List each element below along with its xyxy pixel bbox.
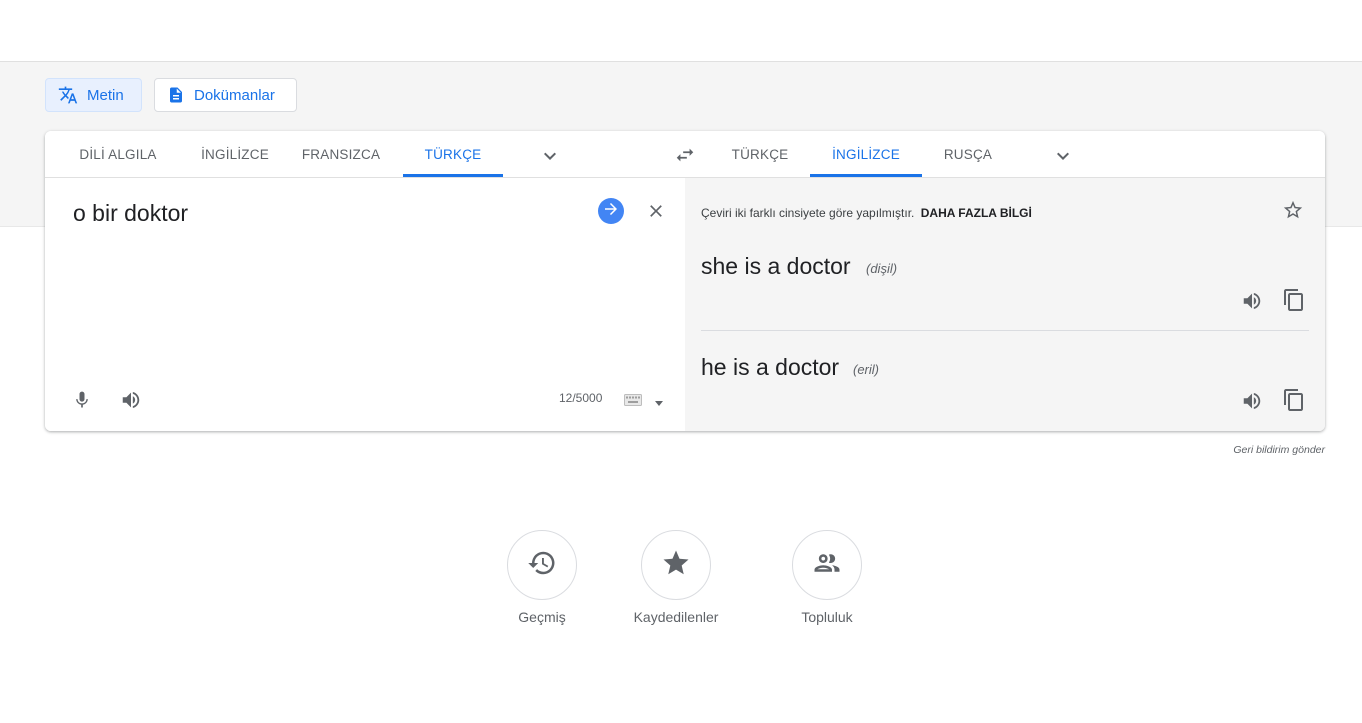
source-pane: o bir doktor 12/5000 — [45, 178, 685, 431]
translate-go-button[interactable] — [598, 198, 624, 224]
community-label: Topluluk — [801, 609, 853, 625]
tab-target-turkish[interactable]: TÜRKÇE — [717, 131, 803, 177]
language-bar: DİLİ ALGILA İNGİLİZCE FRANSIZCA TÜRKÇE T… — [45, 131, 1325, 178]
gender-note-text: Çeviri iki farklı cinsiyete göre yapılmı… — [701, 206, 915, 220]
microphone-icon[interactable] — [72, 389, 92, 416]
star-icon — [661, 548, 691, 583]
arrow-right-icon — [602, 200, 620, 223]
gender-label-masculine: (eril) — [853, 362, 879, 377]
saved-button[interactable]: Kaydedilenler — [606, 530, 746, 625]
speaker-icon[interactable] — [1241, 390, 1263, 417]
saved-circle — [641, 530, 711, 600]
translation-divider — [701, 330, 1309, 331]
tab-source-detect[interactable]: DİLİ ALGILA — [54, 131, 182, 177]
documents-mode-button[interactable]: Dokümanlar — [154, 78, 297, 112]
saved-label: Kaydedilenler — [633, 609, 719, 625]
speaker-icon[interactable] — [1241, 290, 1263, 317]
text-mode-label: Metin — [87, 86, 124, 104]
tab-source-french[interactable]: FRANSIZCA — [288, 131, 394, 177]
gender-note: Çeviri iki farklı cinsiyete göre yapılmı… — [701, 206, 1032, 220]
tab-target-russian[interactable]: RUSÇA — [930, 131, 1006, 177]
translation-feminine[interactable]: she is a doctor — [701, 253, 851, 280]
target-pane: Çeviri iki farklı cinsiyete göre yapılmı… — [685, 178, 1325, 431]
documents-mode-label: Dokümanlar — [194, 86, 275, 104]
gender-label-feminine: (dişil) — [866, 261, 898, 276]
tab-source-turkish[interactable]: TÜRKÇE — [403, 131, 503, 177]
learn-more-link[interactable]: DAHA FAZLA BİLGİ — [921, 206, 1032, 220]
community-icon — [812, 548, 842, 583]
keyboard-icon[interactable] — [624, 393, 642, 411]
close-icon[interactable] — [646, 201, 666, 226]
tab-target-english[interactable]: İNGİLİZCE — [810, 131, 922, 177]
history-label: Geçmiş — [518, 609, 566, 625]
translation-masculine[interactable]: he is a doctor — [701, 354, 839, 381]
copy-icon[interactable] — [1282, 288, 1306, 317]
translate-icon — [58, 85, 78, 105]
star-icon[interactable] — [1282, 199, 1304, 226]
community-button[interactable]: Topluluk — [757, 530, 897, 625]
community-circle — [792, 530, 862, 600]
history-circle — [507, 530, 577, 600]
speaker-icon[interactable] — [120, 389, 142, 416]
keyboard-menu-icon[interactable] — [654, 395, 664, 413]
source-lang-more-icon[interactable] — [538, 144, 562, 173]
character-count: 12/5000 — [559, 391, 603, 405]
tab-source-english[interactable]: İNGİLİZCE — [182, 131, 288, 177]
translation-card: DİLİ ALGILA İNGİLİZCE FRANSIZCA TÜRKÇE T… — [45, 131, 1325, 431]
text-mode-button[interactable]: Metin — [45, 78, 142, 112]
target-lang-more-icon[interactable] — [1051, 144, 1075, 173]
history-button[interactable]: Geçmiş — [472, 530, 612, 625]
swap-languages-icon[interactable] — [674, 144, 696, 171]
send-feedback-link[interactable]: Geri bildirim gönder — [1180, 444, 1325, 456]
history-icon — [527, 548, 557, 583]
source-text-input[interactable]: o bir doktor — [73, 200, 188, 227]
document-icon — [167, 85, 185, 105]
copy-icon[interactable] — [1282, 388, 1306, 417]
